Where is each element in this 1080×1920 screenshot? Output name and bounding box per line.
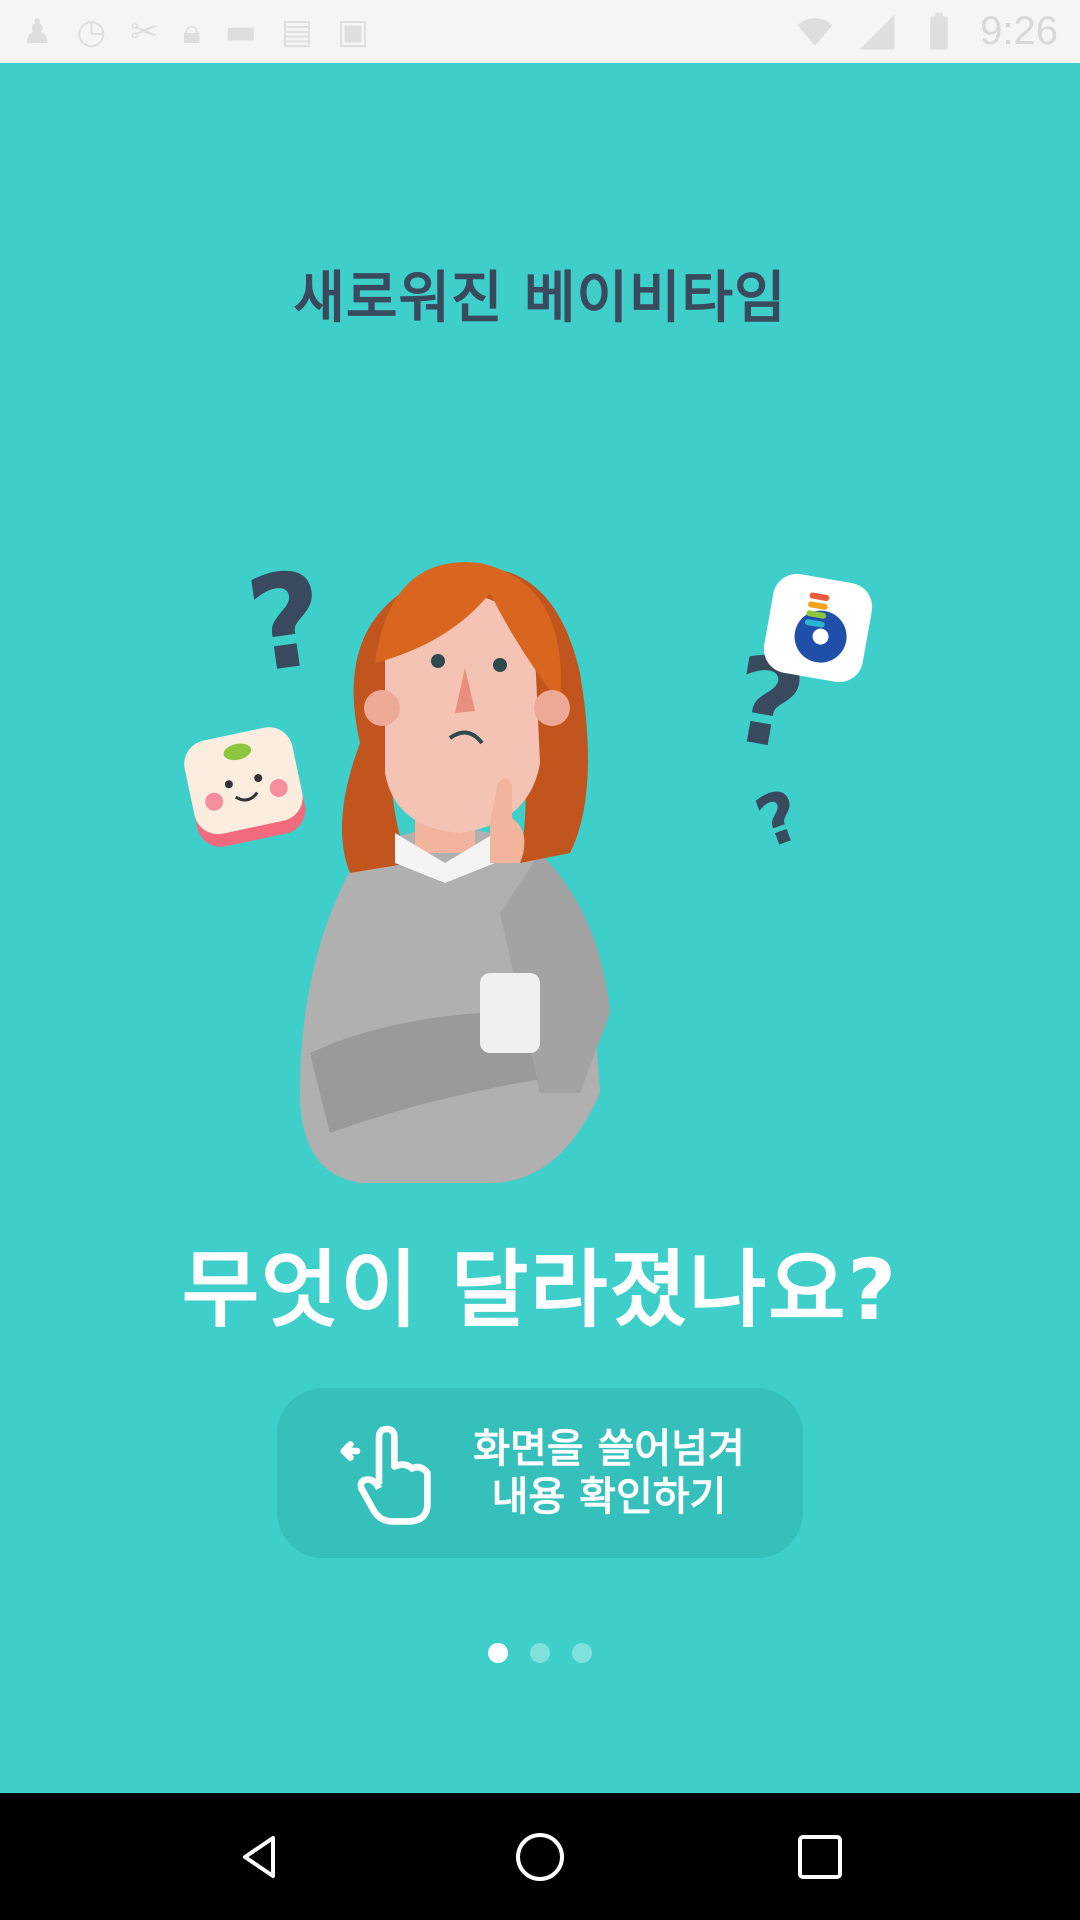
notification-icons: ♟ ◷ ✂ 🔒︎ ▬ ▤ ▣: [22, 12, 369, 52]
android-icon: ▬: [224, 11, 257, 52]
page-title: 새로워진 베이비타임: [293, 266, 787, 331]
back-icon: [243, 1835, 275, 1878]
battery-icon: [930, 12, 948, 49]
bag-icon: ▣: [337, 11, 370, 52]
home-icon: [516, 1832, 564, 1881]
recents-icon: [798, 1834, 842, 1879]
wifi-icon: [797, 17, 833, 46]
briefcase-icon: ▤: [280, 11, 313, 52]
page-dot-1[interactable]: [488, 1643, 508, 1663]
page-indicator: [0, 1643, 1080, 1663]
clock-icon: ◷: [76, 11, 107, 52]
status-time: 9:26: [980, 9, 1058, 53]
babytime-app-icon: [763, 573, 873, 683]
page-dot-3[interactable]: [572, 1643, 592, 1663]
swipe-hand-icon: [340, 1425, 431, 1525]
confused-woman-illustration: ? ? ?: [184, 542, 873, 1183]
onboarding-page[interactable]: 새로워진 베이비타임 ? ? ? 무엇이 달라졌나요? 화면을 쓸어넘겨 내용 …: [0, 63, 1080, 1793]
status-bar: ♟ ◷ ✂ 🔒︎ ▬ ▤ ▣ 9:26: [0, 0, 1080, 63]
swipe-hint-text: 화면을 쓸어넘겨 내용 확인하기: [473, 1425, 745, 1521]
swipe-hint-box: 화면을 쓸어넘겨 내용 확인하기: [277, 1388, 803, 1558]
headline: 무엇이 달라졌나요?: [181, 1241, 899, 1339]
page-dot-2[interactable]: [530, 1643, 550, 1663]
home-button[interactable]: [510, 1827, 570, 1887]
question-mark-left: ?: [238, 542, 334, 703]
signal-icon: [859, 14, 895, 49]
character-app-icon: [184, 727, 306, 847]
swipe-hint-line1: 화면을 쓸어넘겨: [473, 1426, 745, 1472]
back-button[interactable]: [230, 1827, 290, 1887]
navigation-bar: [0, 1793, 1080, 1920]
person-icon: ♟: [22, 11, 53, 52]
tools-icon: ✂: [130, 11, 159, 52]
recents-button[interactable]: [790, 1827, 850, 1887]
lock-icon: 🔒︎: [182, 11, 201, 52]
question-mark-small: ?: [746, 774, 812, 865]
swipe-hint-line2: 내용 확인하기: [491, 1474, 727, 1520]
